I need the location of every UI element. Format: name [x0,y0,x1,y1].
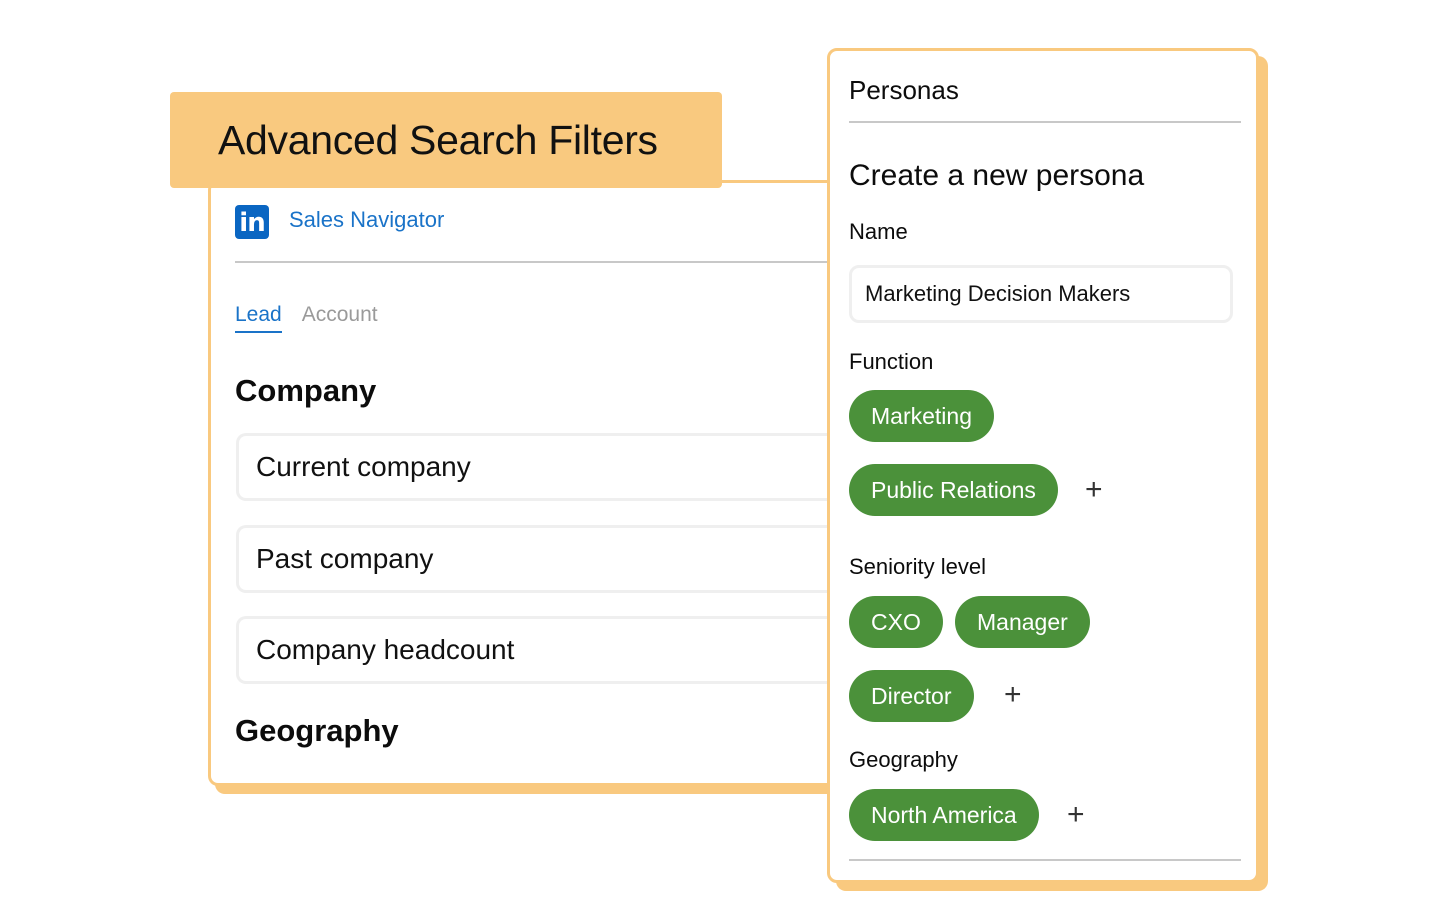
chip-north-america[interactable]: North America [849,789,1039,841]
seniority-label: Seniority level [849,554,986,579]
linkedin-logo-icon: in [235,205,269,239]
add-seniority-plus-icon[interactable]: + [1004,680,1022,710]
persona-name-input[interactable] [849,265,1233,323]
chip-director[interactable]: Director [849,670,974,722]
create-persona-heading: Create a new persona [849,159,1145,192]
section-heading-company: Company [235,373,377,408]
chip-public-relations[interactable]: Public Relations [849,464,1058,516]
geography-label: Geography [849,747,958,772]
chip-cxo[interactable]: CXO [849,596,943,648]
section-heading-geography: Geography [235,713,399,748]
filter-past-company[interactable]: Past company [236,525,856,593]
function-label: Function [849,349,934,374]
filter-company-headcount[interactable]: Company headcount [236,616,856,684]
advanced-search-filters-banner: Advanced Search Filters [170,92,722,188]
search-filters-card: in Sales Navigator Lead Account Company … [208,180,856,786]
add-geography-plus-icon[interactable]: + [1067,800,1085,830]
tab-account[interactable]: Account [302,303,378,333]
personas-card: Personas Create a new persona Name Funct… [827,48,1259,883]
chip-marketing[interactable]: Marketing [849,390,994,442]
name-label: Name [849,219,908,244]
banner-title: Advanced Search Filters [218,116,658,163]
filter-label: Past company [256,543,434,574]
chip-manager[interactable]: Manager [955,596,1090,648]
personas-title: Personas [849,75,1241,123]
app-name[interactable]: Sales Navigator [289,207,444,233]
filter-tabs: Lead Account [235,303,378,333]
filter-label: Company headcount [256,634,515,665]
filter-label: Current company [256,451,471,482]
bottom-divider [849,859,1241,861]
filter-current-company[interactable]: Current company [236,433,856,501]
add-function-plus-icon[interactable]: + [1085,475,1103,505]
sales-navigator-header: in Sales Navigator [235,205,831,263]
tab-lead[interactable]: Lead [235,303,282,333]
